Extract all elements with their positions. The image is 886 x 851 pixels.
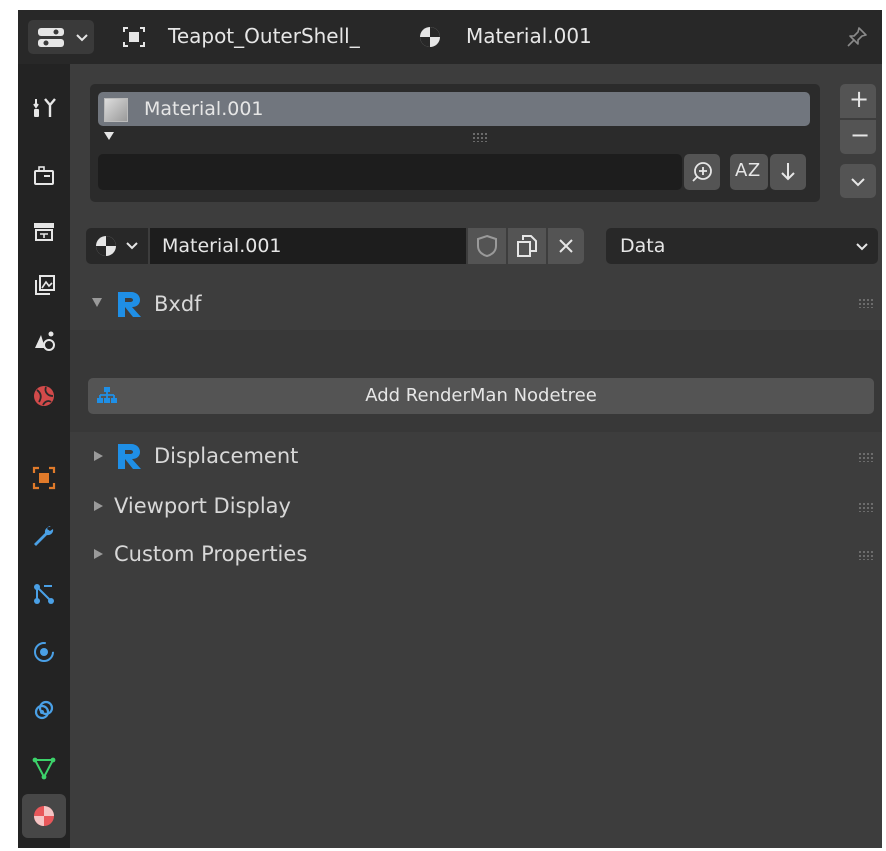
material-preview-icon <box>104 98 128 122</box>
panel-viewport-display-header[interactable]: Viewport Display <box>70 482 882 530</box>
list-filter-field[interactable] <box>98 154 682 190</box>
tool-icon <box>33 98 56 117</box>
pin-icon[interactable] <box>846 26 868 48</box>
add-renderman-nodetree-button[interactable]: Add RenderMan Nodetree <box>88 378 874 414</box>
scene-icon <box>35 331 55 351</box>
remove-slot-button[interactable]: − <box>840 120 876 154</box>
new-material-button[interactable] <box>508 228 546 264</box>
world-icon <box>34 386 54 406</box>
view-layer-icon <box>35 275 55 295</box>
chevron-down-icon <box>126 242 138 250</box>
panel-bxdf-header[interactable]: Bxdf <box>70 276 882 330</box>
list-item-label: Material.001 <box>144 98 264 120</box>
panel-bxdf-body: Add RenderMan Nodetree <box>70 330 882 432</box>
object-data-icon <box>123 27 145 47</box>
tab-world[interactable] <box>22 374 66 418</box>
panel-bxdf-title: Bxdf <box>154 292 202 316</box>
duplicate-icon <box>517 235 537 257</box>
constraints-icon <box>34 700 54 720</box>
triangle-down-icon <box>92 298 102 307</box>
material-icon <box>34 806 54 826</box>
wrench-icon <box>34 526 54 546</box>
panel-custom-properties-title: Custom Properties <box>114 542 308 566</box>
properties-editor: Teapot_OuterShell_ Material.001 Material… <box>18 10 882 848</box>
tab-render[interactable] <box>22 154 66 198</box>
tab-view-layer[interactable] <box>22 264 66 308</box>
render-icon <box>34 166 54 185</box>
breadcrumb-object-name: Teapot_OuterShell_ <box>168 24 360 48</box>
triangle-right-icon <box>94 549 103 559</box>
object-icon <box>32 466 56 490</box>
panel-displacement-header[interactable]: Displacement <box>70 432 882 482</box>
panel-custom-properties-header[interactable]: Custom Properties <box>70 530 882 578</box>
tab-tool[interactable] <box>22 86 66 130</box>
material-link-select[interactable]: Data <box>606 228 878 264</box>
panel-viewport-display-title: Viewport Display <box>114 494 291 518</box>
add-slot-button[interactable]: + <box>840 84 876 118</box>
material-name-field[interactable]: Material.001 <box>150 228 466 264</box>
unlink-material-button[interactable] <box>548 228 584 264</box>
tab-scene[interactable] <box>22 319 66 363</box>
tab-output[interactable] <box>22 209 66 253</box>
chevron-down-icon <box>76 34 88 42</box>
shield-icon <box>477 234 497 258</box>
triangle-right-icon <box>94 501 103 511</box>
material-browse-button[interactable] <box>86 228 148 264</box>
editor-type-button[interactable] <box>28 20 94 54</box>
renderman-logo-icon <box>118 292 141 317</box>
material-name-value: Material.001 <box>162 235 282 257</box>
filter-toggle-button[interactable] <box>684 154 720 190</box>
chevron-down-icon <box>856 243 868 251</box>
slot-specials-button[interactable] <box>840 164 876 198</box>
close-icon <box>559 239 573 253</box>
tab-particles[interactable] <box>22 572 66 616</box>
renderman-logo-icon <box>118 444 141 469</box>
breadcrumb-material-name: Material.001 <box>466 24 592 48</box>
mesh-data-icon <box>32 757 56 780</box>
editor-header: Teapot_OuterShell_ Material.001 <box>18 10 882 64</box>
triangle-right-icon <box>94 451 103 461</box>
tab-constraints[interactable] <box>22 688 66 732</box>
breadcrumb: Teapot_OuterShell_ Material.001 <box>118 20 818 54</box>
sort-alpha-label: AZ <box>735 160 761 181</box>
properties-editor-icon <box>38 28 64 47</box>
material-slot-list: Material.001 AZ <box>90 84 820 202</box>
triangle-down-icon[interactable] <box>104 132 114 140</box>
physics-icon <box>34 642 54 662</box>
arrow-down-icon <box>781 163 795 181</box>
tab-object-data[interactable] <box>22 746 66 790</box>
panel-drag-handle[interactable] <box>858 298 874 308</box>
zoom-in-icon <box>692 162 712 182</box>
tab-physics[interactable] <box>22 630 66 674</box>
sort-alpha-button[interactable]: AZ <box>730 154 768 190</box>
properties-tabs <box>18 64 70 848</box>
panel-displacement-title: Displacement <box>154 444 299 468</box>
particles-icon <box>34 584 54 604</box>
fake-user-button[interactable] <box>468 228 506 264</box>
output-icon <box>34 223 54 241</box>
panel-drag-handle[interactable] <box>858 452 874 462</box>
tab-material[interactable] <box>22 794 66 838</box>
material-icon <box>96 236 116 256</box>
material-icon <box>420 27 440 47</box>
tab-object[interactable] <box>22 456 66 500</box>
list-resize-grip[interactable] <box>472 132 488 142</box>
tab-modifiers[interactable] <box>22 514 66 558</box>
panel-drag-handle[interactable] <box>858 550 874 560</box>
chevron-down-icon <box>851 178 865 187</box>
material-properties: Material.001 AZ + − Material.001 Data Bx… <box>70 64 882 848</box>
sort-reverse-button[interactable] <box>770 154 806 190</box>
panel-drag-handle[interactable] <box>858 502 874 512</box>
add-renderman-nodetree-label: Add RenderMan Nodetree <box>365 385 597 406</box>
material-link-value: Data <box>620 235 666 257</box>
list-item[interactable]: Material.001 <box>98 92 810 126</box>
